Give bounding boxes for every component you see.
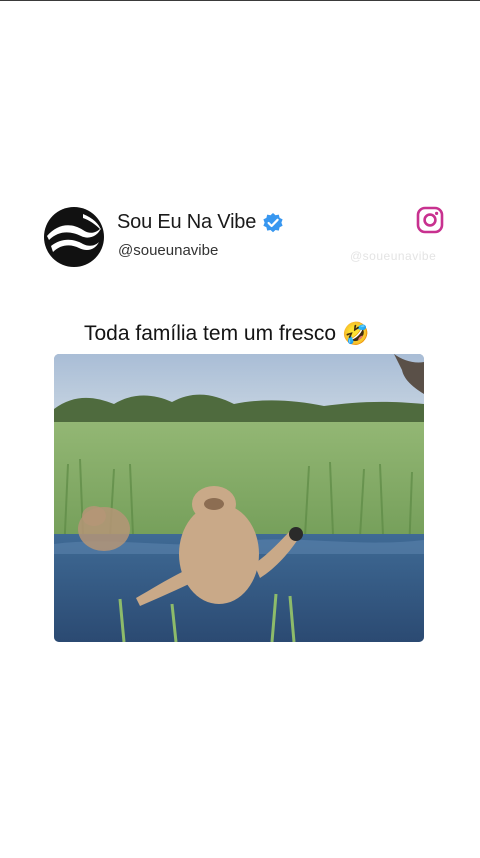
wave-logo-icon: [44, 207, 104, 267]
post-video[interactable]: [54, 354, 424, 642]
status-bar-divider: [0, 0, 480, 1]
post-caption: Toda família tem um fresco 🤣: [84, 322, 370, 346]
verified-badge-icon: [262, 212, 284, 234]
account-handle[interactable]: @soueunavibe: [118, 242, 218, 259]
video-frame: [54, 354, 424, 642]
account-name-row[interactable]: Sou Eu Na Vibe: [117, 211, 284, 234]
account-name[interactable]: Sou Eu Na Vibe: [117, 211, 256, 234]
handle-watermark: @soueunavibe: [350, 249, 437, 263]
caption-text: Toda família tem um fresco: [84, 322, 337, 345]
instagram-icon[interactable]: [416, 206, 444, 234]
post-header: Sou Eu Na Vibe @soueunavibe @soueunavibe: [43, 206, 448, 272]
rolling-laughing-emoji-icon: 🤣: [342, 321, 370, 346]
avatar[interactable]: [43, 206, 105, 268]
